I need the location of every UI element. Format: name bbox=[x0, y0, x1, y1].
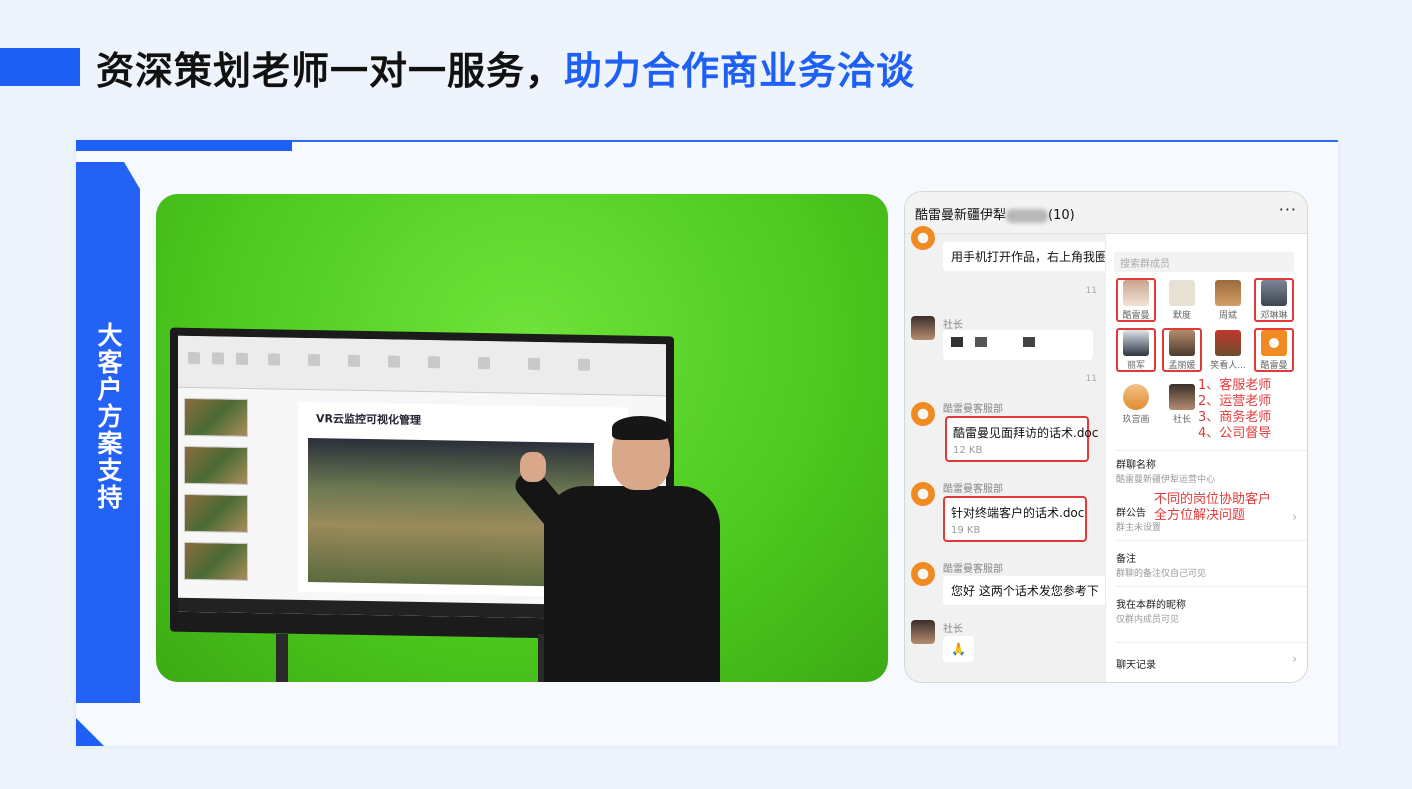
avatar bbox=[911, 402, 935, 426]
remark-label: 备注 bbox=[1116, 554, 1136, 565]
avatar bbox=[911, 620, 935, 644]
notice-label: 群公告 bbox=[1116, 508, 1146, 519]
presenter-body bbox=[544, 486, 720, 682]
avatar bbox=[911, 482, 935, 506]
presenter-photo: VR云监控可视化管理 bbox=[156, 194, 888, 682]
chevron-right-icon[interactable]: › bbox=[1292, 652, 1297, 666]
nickname-label: 我在本群的昵称 bbox=[1116, 600, 1186, 611]
file-message[interactable]: 酷雷曼见面拜访的话术.doc 12 KB bbox=[945, 416, 1099, 462]
ppt-ribbon bbox=[178, 335, 666, 397]
notice-value: 群主未设置 bbox=[1116, 523, 1162, 533]
side-label: 大客户方案支持 bbox=[94, 322, 123, 511]
timestamp: 11 bbox=[1085, 374, 1097, 384]
chat-area: 用手机打开作品，右上角我圈起 11 社长 11 酷雷曼客服部 酷雷曼见面拜访的话… bbox=[905, 226, 1128, 682]
member-item[interactable]: 笑看人... bbox=[1208, 330, 1248, 371]
help-annotation: 不同的岗位协助客户 全方位解决问题 bbox=[1154, 492, 1272, 523]
group-count: (10) bbox=[1048, 208, 1075, 223]
avatar bbox=[911, 562, 935, 586]
member-search-input[interactable]: 搜索群成员 bbox=[1114, 252, 1294, 272]
content-card: 大客户方案支持 VR云监控可视化管理 酷雷曼新疆伊犁 (10) ··· 用手机打… bbox=[76, 140, 1338, 746]
role-annotation: 1、客服老师 2、运营老师 3、商务老师 4、公司督导 bbox=[1198, 378, 1272, 441]
blurred-text bbox=[1006, 208, 1049, 223]
member-item[interactable]: 社长 bbox=[1162, 384, 1202, 425]
slide-thumbnails bbox=[184, 397, 256, 591]
sender-nick: 酷雷曼客服部 bbox=[943, 484, 1003, 495]
sender-nick: 社长 bbox=[943, 624, 963, 635]
tv-stand-left bbox=[276, 634, 288, 682]
title-main: 资深策划老师一对一服务， bbox=[96, 49, 565, 93]
presenter-hair bbox=[612, 416, 670, 440]
member-item[interactable]: 邓琳琳 bbox=[1254, 278, 1294, 322]
member-item[interactable]: 孟丽媛 bbox=[1162, 328, 1202, 372]
file-name: 针对终端客户的话术.doc bbox=[951, 506, 1085, 520]
card-top-tab bbox=[76, 140, 292, 151]
emoji-message: 🙏 bbox=[943, 636, 974, 662]
file-size: 19 KB bbox=[951, 525, 981, 536]
group-name: 酷雷曼新疆伊犁 bbox=[915, 208, 1007, 223]
member-item[interactable]: 玖宫画 bbox=[1116, 384, 1156, 425]
member-item[interactable]: 周斌 bbox=[1208, 280, 1248, 321]
file-message[interactable]: 针对终端客户的话术.doc 19 KB bbox=[943, 496, 1087, 542]
slide-title: VR云监控可视化管理 bbox=[316, 412, 421, 427]
chat-message: 用手机打开作品，右上角我圈起 bbox=[943, 242, 1128, 271]
file-name: 酷雷曼见面拜访的话术.doc bbox=[953, 426, 1099, 440]
more-icon[interactable]: ··· bbox=[1279, 200, 1297, 219]
group-chat-screenshot: 酷雷曼新疆伊犁 (10) ··· 用手机打开作品，右上角我圈起 11 社长 11 … bbox=[904, 191, 1308, 683]
group-title: 酷雷曼新疆伊犁 (10) bbox=[915, 204, 1075, 223]
redacted-message bbox=[943, 330, 1093, 360]
sender-nick: 社长 bbox=[943, 320, 963, 331]
timestamp: 11 bbox=[1085, 286, 1097, 296]
avatar bbox=[911, 316, 935, 340]
sender-nick: 酷雷曼客服部 bbox=[943, 564, 1003, 575]
sender-nick: 酷雷曼客服部 bbox=[943, 404, 1003, 415]
member-item[interactable]: 默度 bbox=[1162, 280, 1202, 321]
avatar bbox=[911, 226, 935, 250]
nickname-value: 仅群内成员可见 bbox=[1116, 615, 1180, 625]
member-item[interactable]: 酷雷曼 bbox=[1116, 278, 1156, 322]
page-title: 资深策划老师一对一服务，助力合作商业务洽谈 bbox=[96, 40, 915, 95]
corner-triangle bbox=[76, 718, 104, 746]
presenter-hand bbox=[520, 452, 546, 482]
member-item[interactable]: 酷雷曼 bbox=[1254, 328, 1294, 372]
chevron-right-icon[interactable]: › bbox=[1292, 510, 1297, 524]
chat-header: 酷雷曼新疆伊犁 (10) ··· bbox=[905, 192, 1307, 234]
side-tag: 大客户方案支持 bbox=[76, 162, 140, 703]
chat-history-link[interactable]: 聊天记录 bbox=[1116, 656, 1156, 671]
group-name-value: 酷雷曼新疆伊犁运营中心 bbox=[1116, 475, 1216, 485]
group-info-panel: 搜索群成员 酷雷曼 默度 周斌 邓琳琳 丽军 孟丽媛 笑看人... 酷雷曼 玖宫… bbox=[1105, 234, 1307, 682]
remark-value: 群聊的备注仅自己可见 bbox=[1116, 569, 1207, 579]
member-item[interactable]: 丽军 bbox=[1116, 328, 1156, 372]
group-name-label: 群聊名称 bbox=[1116, 460, 1156, 471]
chat-message: 您好 这两个话术发您参考下 bbox=[943, 576, 1107, 605]
file-size: 12 KB bbox=[953, 445, 983, 456]
title-highlight: 助力合作商业务洽谈 bbox=[564, 49, 916, 93]
title-accent-bar bbox=[0, 48, 80, 86]
